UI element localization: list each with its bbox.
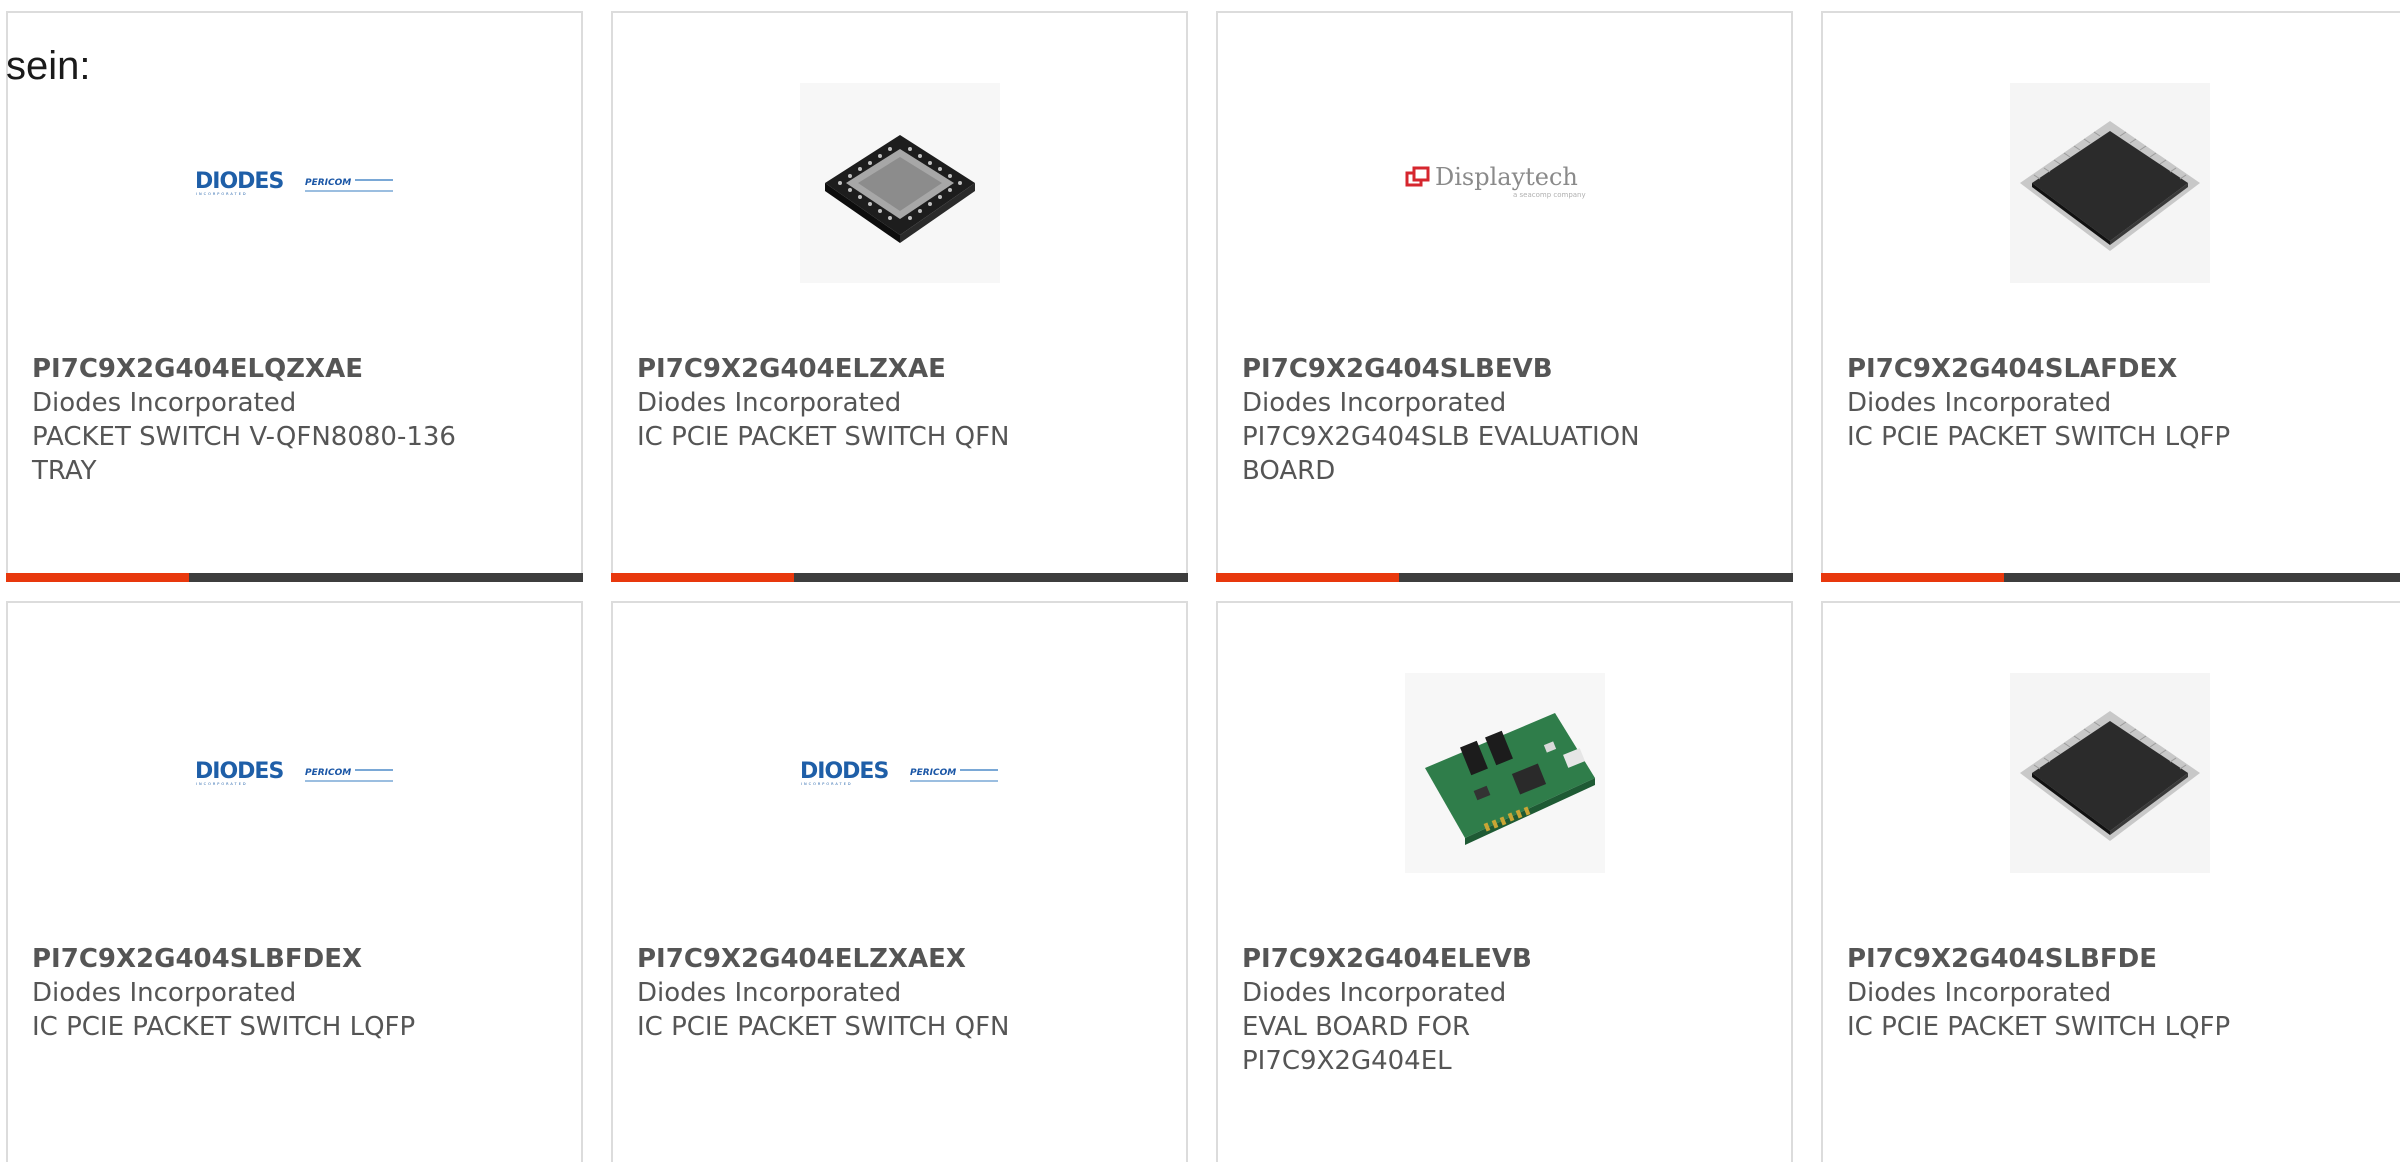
product-description: IC PCIE PACKET SWITCH QFN (637, 1012, 1010, 1042)
displaytech-logo-text: Displaytech (1435, 163, 1578, 191)
part-number-link[interactable]: PI7C9X2G404ELZXAEX (637, 942, 1162, 976)
svg-text:DIODES: DIODES (800, 759, 888, 784)
card-accent-bar (6, 573, 583, 582)
product-card[interactable]: PI7C9X2G404SLAFDEX Diodes Incorporated I… (1821, 11, 2400, 582)
product-card[interactable]: DIODES INCORPORATED PERICOM PI7C9X2G404E… (611, 601, 1188, 1162)
manufacturer-name: Diodes Incorporated (1847, 388, 2112, 418)
manufacturer-name: Diodes Incorporated (1847, 978, 2112, 1008)
part-number-link[interactable]: PI7C9X2G404ELQZXAE (32, 352, 557, 386)
svg-text:INCORPORATED: INCORPORATED (196, 192, 248, 196)
svg-text:PERICOM: PERICOM (305, 178, 351, 188)
part-number-link[interactable]: PI7C9X2G404ELEVB (1242, 942, 1767, 976)
product-card[interactable]: PI7C9X2G404SLBFDE Diodes Incorporated IC… (1821, 601, 2400, 1162)
card-accent-bar (1821, 573, 2400, 582)
product-description: EVAL BOARD FOR PI7C9X2G404EL (1242, 1012, 1471, 1076)
product-grid: sein: DIODES INCORPORATED PERICOM PI7C9X… (0, 0, 2400, 1162)
product-description: PACKET SWITCH V-QFN8080-136 TRAY (32, 422, 456, 486)
svg-text:PERICOM: PERICOM (910, 768, 956, 778)
part-number-link[interactable]: PI7C9X2G404SLAFDEX (1847, 352, 2385, 386)
product-description: IC PCIE PACKET SWITCH QFN (637, 422, 1010, 452)
eval-board-photo-icon (1404, 673, 1605, 873)
manufacturer-name: Diodes Incorporated (32, 978, 297, 1008)
lqfp-chip-photo-icon (2010, 83, 2210, 283)
diodes-pericom-logo-icon: DIODES INCORPORATED PERICOM (195, 83, 395, 283)
lqfp-chip-photo-icon (2010, 673, 2210, 873)
manufacturer-name: Diodes Incorporated (1242, 388, 1507, 418)
product-card[interactable]: PI7C9X2G404ELEVB Diodes Incorporated EVA… (1216, 601, 1793, 1162)
svg-text:PERICOM: PERICOM (305, 768, 351, 778)
product-description: IC PCIE PACKET SWITCH LQFP (32, 1012, 416, 1042)
product-card[interactable]: DIODES INCORPORATED PERICOM PI7C9X2G404S… (6, 601, 583, 1162)
product-description: IC PCIE PACKET SWITCH LQFP (1847, 422, 2231, 452)
manufacturer-name: Diodes Incorporated (1242, 978, 1507, 1008)
svg-text:DIODES: DIODES (195, 759, 283, 784)
qfn-chip-photo-icon (799, 83, 1000, 283)
diodes-pericom-logo-icon: DIODES INCORPORATED PERICOM (195, 673, 395, 873)
product-card[interactable]: PI7C9X2G404ELZXAE Diodes Incorporated IC… (611, 11, 1188, 582)
displaytech-logo-icon: Displaytech a seacomp company (1405, 83, 1605, 283)
card-accent-bar (1216, 573, 1793, 582)
part-number-link[interactable]: PI7C9X2G404SLBFDE (1847, 942, 2385, 976)
displaytech-logo-subtext: a seacomp company (1513, 191, 1586, 199)
intro-text: sein: (6, 44, 91, 88)
product-description: IC PCIE PACKET SWITCH LQFP (1847, 1012, 2231, 1042)
part-number-link[interactable]: PI7C9X2G404ELZXAE (637, 352, 1162, 386)
manufacturer-name: Diodes Incorporated (32, 388, 297, 418)
product-description: PI7C9X2G404SLB EVALUATION BOARD (1242, 422, 1640, 486)
manufacturer-name: Diodes Incorporated (637, 978, 902, 1008)
product-card[interactable]: DIODES INCORPORATED PERICOM PI7C9X2G404E… (6, 11, 583, 582)
svg-text:INCORPORATED: INCORPORATED (196, 782, 248, 786)
svg-text:INCORPORATED: INCORPORATED (801, 782, 853, 786)
card-accent-bar (611, 573, 1188, 582)
svg-text:DIODES: DIODES (195, 169, 283, 194)
diodes-pericom-logo-icon: DIODES INCORPORATED PERICOM (800, 673, 1000, 873)
product-card[interactable]: Displaytech a seacomp company PI7C9X2G40… (1216, 11, 1793, 582)
part-number-link[interactable]: PI7C9X2G404SLBEVB (1242, 352, 1767, 386)
manufacturer-name: Diodes Incorporated (637, 388, 902, 418)
part-number-link[interactable]: PI7C9X2G404SLBFDEX (32, 942, 557, 976)
